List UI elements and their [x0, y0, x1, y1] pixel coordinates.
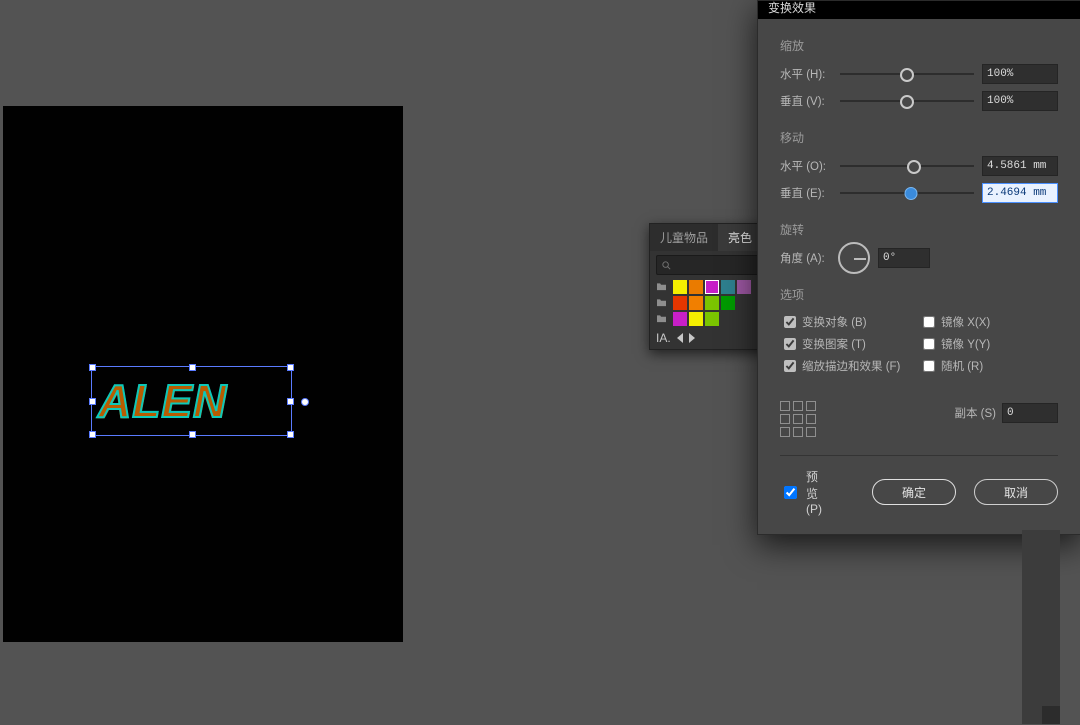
- swatch[interactable]: [689, 312, 703, 326]
- scale-h-label: 水平 (H):: [780, 66, 838, 82]
- swatch[interactable]: [737, 280, 751, 294]
- resize-handle-tl[interactable]: [89, 364, 96, 371]
- search-icon: [661, 260, 672, 271]
- move-h-value[interactable]: 4.5861 mm: [982, 156, 1058, 176]
- swatch[interactable]: [705, 280, 719, 294]
- option-1[interactable]: 镜像 X(X): [919, 311, 1058, 333]
- prev-icon[interactable]: [677, 333, 683, 343]
- option-label: 变换图案 (T): [802, 336, 866, 352]
- rotate-section-label: 旋转: [780, 221, 1058, 238]
- option-0[interactable]: 变换对象 (B): [780, 311, 919, 333]
- scale-h-slider[interactable]: [840, 68, 974, 80]
- option-label: 随机 (R): [941, 358, 983, 374]
- copies-value[interactable]: 0: [1002, 403, 1058, 423]
- folder-icon: [656, 296, 668, 310]
- next-icon[interactable]: [689, 333, 695, 343]
- option-3[interactable]: 镜像 Y(Y): [919, 333, 1058, 355]
- swatch[interactable]: [705, 312, 719, 326]
- rotate-a-value[interactable]: 0°: [878, 248, 930, 268]
- swatch-tab-0[interactable]: 儿童物品: [650, 224, 718, 251]
- dialog-title: 变换效果: [758, 1, 1080, 19]
- swatch[interactable]: [721, 296, 735, 310]
- folder-icon: [656, 312, 668, 326]
- options-grid: 变换对象 (B) 镜像 X(X) 变换图案 (T) 镜像 Y(Y) 缩放描边和效果 (F…: [780, 311, 1058, 377]
- option-label: 镜像 Y(Y): [941, 336, 990, 352]
- window-corner: [1042, 706, 1060, 724]
- resize-handle-tr[interactable]: [287, 364, 294, 371]
- swatch[interactable]: [689, 280, 703, 294]
- rotate-a-label: 角度 (A):: [780, 250, 838, 266]
- option-4[interactable]: 缩放描边和效果 (F): [780, 355, 919, 377]
- option-label: 缩放描边和效果 (F): [802, 358, 900, 374]
- move-v-row: 垂直 (E): 2.4694 mm: [780, 181, 1058, 205]
- swatch-tab-1[interactable]: 亮色: [718, 224, 762, 251]
- move-v-label: 垂直 (E):: [780, 185, 838, 201]
- move-v-slider[interactable]: [840, 187, 974, 199]
- dialog-body: 缩放 水平 (H): 100% 垂直 (V): 100% 移动 水平 (O): …: [758, 19, 1080, 534]
- artboard[interactable]: ALEN: [3, 106, 403, 642]
- anchor-reference-grid[interactable]: [780, 401, 816, 437]
- scale-h-row: 水平 (H): 100%: [780, 62, 1058, 86]
- option-label: 变换对象 (B): [802, 314, 867, 330]
- copies-row: 副本 (S) 0: [780, 389, 1058, 437]
- resize-handle-bm[interactable]: [189, 431, 196, 438]
- transform-effect-dialog: 变换效果 缩放 水平 (H): 100% 垂直 (V): 100% 移动 水平 …: [757, 0, 1080, 535]
- preview-checkbox[interactable]: 预览 (P): [780, 468, 824, 516]
- move-h-label: 水平 (O):: [780, 158, 838, 174]
- option-5[interactable]: 随机 (R): [919, 355, 1058, 377]
- path-anchor-point[interactable]: [301, 398, 309, 406]
- option-2[interactable]: 变换图案 (T): [780, 333, 919, 355]
- move-h-slider[interactable]: [840, 160, 974, 172]
- scale-section-label: 缩放: [780, 37, 1058, 54]
- options-section-label: 选项: [780, 286, 1058, 303]
- swatch[interactable]: [689, 296, 703, 310]
- scale-v-value[interactable]: 100%: [982, 91, 1058, 111]
- move-section-label: 移动: [780, 129, 1058, 146]
- ok-button[interactable]: 确定: [872, 479, 956, 505]
- angle-dial[interactable]: [838, 242, 870, 274]
- dialog-divider: [780, 455, 1058, 456]
- scale-h-value[interactable]: 100%: [982, 64, 1058, 84]
- resize-handle-mr[interactable]: [287, 398, 294, 405]
- resize-handle-br[interactable]: [287, 431, 294, 438]
- cancel-button[interactable]: 取消: [974, 479, 1058, 505]
- scale-v-row: 垂直 (V): 100%: [780, 89, 1058, 113]
- option-label: 镜像 X(X): [941, 314, 990, 330]
- move-h-row: 水平 (O): 4.5861 mm: [780, 154, 1058, 178]
- folder-icon: [656, 280, 668, 294]
- resize-handle-ml[interactable]: [89, 398, 96, 405]
- scale-v-slider[interactable]: [840, 95, 974, 107]
- swatch[interactable]: [673, 312, 687, 326]
- swatch[interactable]: [721, 280, 735, 294]
- swatch[interactable]: [673, 296, 687, 310]
- swatch-footer-text: IA.: [656, 331, 671, 345]
- window-scrollbar-area: [1022, 530, 1060, 724]
- scale-v-label: 垂直 (V):: [780, 93, 838, 109]
- move-v-value[interactable]: 2.4694 mm: [982, 183, 1058, 203]
- copies-label: 副本 (S): [954, 405, 996, 421]
- selection-bounding-box[interactable]: ALEN: [91, 366, 292, 436]
- preview-label: 预览 (P): [806, 468, 824, 516]
- dialog-footer: 预览 (P) 确定 取消: [780, 468, 1058, 516]
- swatch[interactable]: [673, 280, 687, 294]
- resize-handle-bl[interactable]: [89, 431, 96, 438]
- art-text[interactable]: ALEN: [98, 367, 297, 435]
- resize-handle-tm[interactable]: [189, 364, 196, 371]
- rotate-row: 角度 (A): 0°: [780, 246, 1058, 270]
- swatch[interactable]: [705, 296, 719, 310]
